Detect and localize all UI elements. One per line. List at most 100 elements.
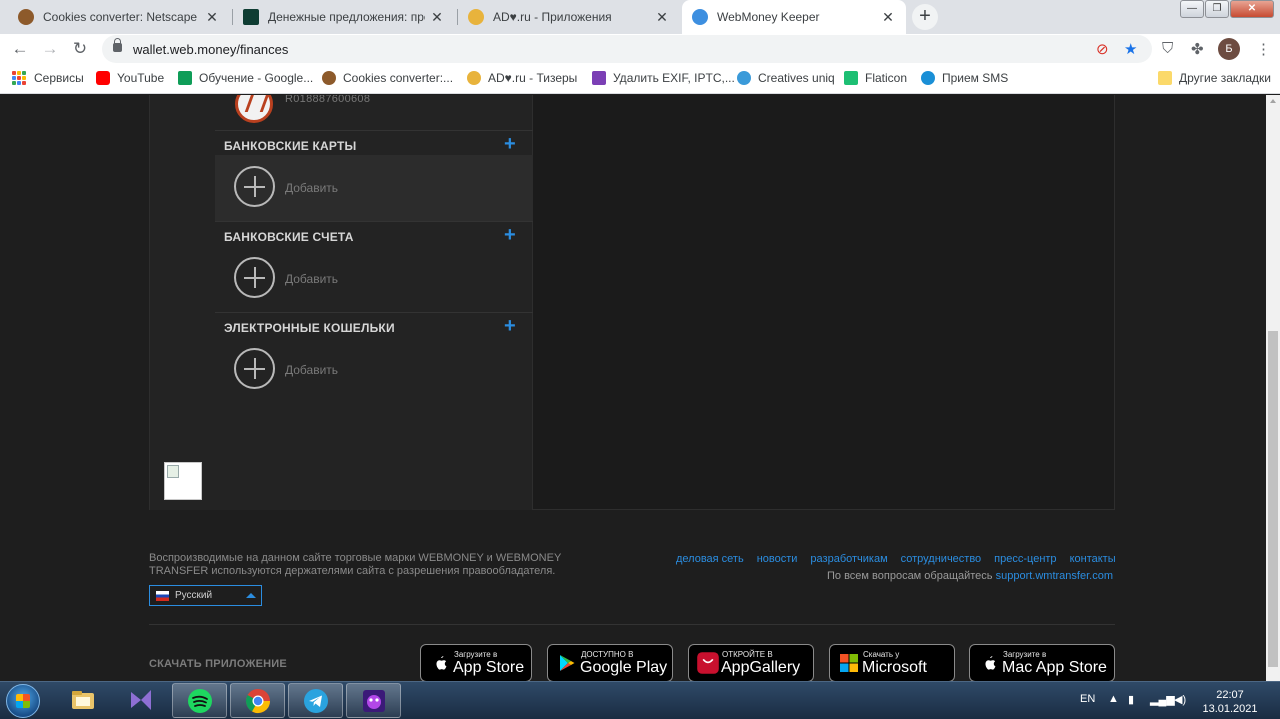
cookie-icon: [322, 71, 336, 85]
bookmark-google-sheets[interactable]: Обучение - Google...: [178, 71, 313, 85]
globe-icon: [692, 9, 708, 25]
support-link[interactable]: support.wmtransfer.com: [996, 570, 1113, 582]
taskbar-visual-studio[interactable]: [114, 683, 169, 718]
bookmark-label: Прием SMS: [942, 71, 1009, 85]
shield-extension-icon[interactable]: ⛉: [1162, 40, 1173, 57]
webmoney-page: R018887600608 БАНКОВСКИЕ КАРТЫ + Добавит…: [0, 95, 1266, 681]
bookmark-youtube[interactable]: YouTube: [96, 71, 164, 85]
reload-button[interactable]: ↻: [68, 37, 92, 61]
footer-link-contacts[interactable]: контакты: [1070, 553, 1116, 565]
chrome-icon: [245, 689, 270, 714]
store-small-text: Загрузите в: [454, 650, 498, 659]
shark-icon: [737, 71, 751, 85]
footer-link-business-network[interactable]: деловая сеть: [676, 553, 744, 565]
bookmark-cookies-converter[interactable]: Cookies converter:...: [322, 71, 453, 85]
language-select[interactable]: Русский: [149, 585, 262, 606]
page-scrollbar[interactable]: [1266, 95, 1280, 681]
network-signal-icon[interactable]: ▂▄▆: [1150, 693, 1175, 706]
new-tab-button[interactable]: +: [912, 4, 938, 30]
bookmark-other[interactable]: Другие закладки: [1158, 71, 1271, 85]
bookmark-creatives-uniq[interactable]: Creatives uniq: [737, 71, 835, 85]
tab-money-offers[interactable]: Денежные предложения: предл ✕: [233, 0, 455, 34]
volume-icon[interactable]: ◀): [1174, 693, 1186, 706]
clock-date: 13.01.2021: [1202, 703, 1258, 715]
tab-title: WebMoney Keeper: [717, 10, 820, 24]
microsoft-store-button[interactable]: Скачать у Microsoft: [829, 644, 955, 681]
add-bank-account-row[interactable]: Добавить: [215, 246, 533, 312]
app-gallery-button[interactable]: ОТКРОЙТЕ В AppGallery: [688, 644, 814, 681]
close-icon[interactable]: ✕: [880, 9, 896, 26]
bookmarks-bar: Сервисы YouTube Обучение - Google... Coo…: [0, 64, 1280, 94]
forward-button[interactable]: →: [38, 37, 62, 61]
chart-icon: [243, 9, 259, 25]
bookmark-services[interactable]: Сервисы: [12, 71, 84, 85]
section-bank-accounts: БАНКОВСКИЕ СЧЕТА +: [215, 221, 533, 249]
keyboard-language[interactable]: EN: [1080, 693, 1095, 705]
bookmark-flaticon[interactable]: Flaticon: [844, 71, 907, 85]
window-close-button[interactable]: ✕: [1230, 0, 1274, 18]
system-clock[interactable]: 22:07 13.01.2021: [1200, 688, 1260, 716]
plus-circle-icon: [234, 348, 275, 389]
add-bank-card-row[interactable]: Добавить: [215, 155, 533, 221]
menu-dots-icon[interactable]: ⋮: [1256, 40, 1271, 58]
support-line: По всем вопросам обращайтесь support.wmt…: [827, 570, 1113, 582]
footer-links: деловая сеть новости разработчикам сотру…: [676, 553, 1129, 565]
address-bar[interactable]: wallet.web.money/finances ⊘ ★: [102, 35, 1152, 63]
taskbar-spotify[interactable]: [172, 683, 227, 718]
scrollbar-thumb[interactable]: [1268, 331, 1278, 667]
footer-link-press-center[interactable]: пресс-центр: [994, 553, 1056, 565]
windows-taskbar: EN ▲ ▮ ▂▄▆ ◀) 22:07 13.01.2021: [0, 681, 1280, 719]
footer-link-developers[interactable]: разработчикам: [810, 553, 887, 565]
bookmark-label: Обучение - Google...: [199, 71, 314, 85]
broken-image-icon[interactable]: [164, 462, 202, 500]
tab-adheart[interactable]: AD♥.ru - Приложения ✕: [458, 0, 680, 34]
bookmark-star-icon[interactable]: ★: [1124, 40, 1137, 58]
taskbar-game-app[interactable]: [346, 683, 401, 718]
back-button[interactable]: ←: [8, 37, 32, 61]
clock-time: 22:07: [1216, 689, 1244, 701]
app-frame: R018887600608 БАНКОВСКИЕ КАРТЫ + Добавит…: [149, 95, 1115, 510]
footer-link-cooperation[interactable]: сотрудничество: [901, 553, 982, 565]
add-e-wallet-row[interactable]: Добавить: [215, 337, 533, 403]
minimize-button[interactable]: —: [1180, 0, 1204, 18]
battery-icon[interactable]: ▮: [1128, 693, 1134, 706]
tab-title: AD♥.ru - Приложения: [493, 10, 612, 24]
bookmark-adheart-teasers[interactable]: AD♥.ru - Тизеры: [467, 71, 577, 85]
tab-strip: Cookies converter: Netscape to J ✕ Денеж…: [0, 0, 1280, 34]
taskbar-explorer[interactable]: [56, 683, 111, 718]
bookmark-exif-remover[interactable]: Удалить EXIF, IPTC,...: [592, 71, 735, 85]
show-hidden-icons-icon[interactable]: ▲: [1108, 693, 1119, 705]
scroll-up-arrow-icon[interactable]: [1270, 99, 1276, 103]
close-icon[interactable]: ✕: [654, 9, 670, 26]
blocked-popup-icon[interactable]: ⊘: [1096, 40, 1109, 58]
flaticon-icon: [844, 71, 858, 85]
close-icon[interactable]: ✕: [429, 9, 445, 26]
add-bank-card-button[interactable]: +: [504, 134, 516, 154]
add-e-wallet-button[interactable]: +: [504, 316, 516, 336]
add-label: Добавить: [285, 272, 339, 286]
start-button[interactable]: [6, 684, 40, 718]
taskbar-chrome[interactable]: [230, 683, 285, 718]
apple-icon: [985, 656, 996, 670]
trademark-notice: Воспроизводимые на данном сайте торговые…: [149, 552, 562, 577]
apps-grid-icon: [12, 71, 26, 85]
heart-icon: [468, 9, 484, 25]
tab-cookies-converter[interactable]: Cookies converter: Netscape to J ✕: [8, 0, 230, 34]
google-play-button[interactable]: ДОСТУПНО В Google Play: [547, 644, 673, 681]
telegram-icon: [304, 689, 328, 713]
wallet-row[interactable]: R018887600608: [215, 95, 533, 131]
extensions-puzzle-icon[interactable]: ✤: [1191, 40, 1204, 58]
app-store-button[interactable]: Загрузите в App Store: [420, 644, 532, 681]
mac-app-store-button[interactable]: Загрузите в Mac App Store: [969, 644, 1115, 681]
tab-webmoney-keeper[interactable]: WebMoney Keeper ✕: [682, 0, 906, 34]
restore-button[interactable]: ❐: [1205, 0, 1229, 18]
microsoft-icon: [840, 654, 858, 672]
close-icon[interactable]: ✕: [204, 9, 220, 26]
add-bank-account-button[interactable]: +: [504, 225, 516, 245]
footer-link-news[interactable]: новости: [757, 553, 798, 565]
bookmark-sms[interactable]: Прием SMS: [921, 71, 1008, 85]
bookmark-label: YouTube: [117, 71, 165, 85]
taskbar-telegram[interactable]: [288, 683, 343, 718]
profile-avatar[interactable]: Б: [1218, 38, 1240, 60]
jpeg-icon: [592, 71, 606, 85]
